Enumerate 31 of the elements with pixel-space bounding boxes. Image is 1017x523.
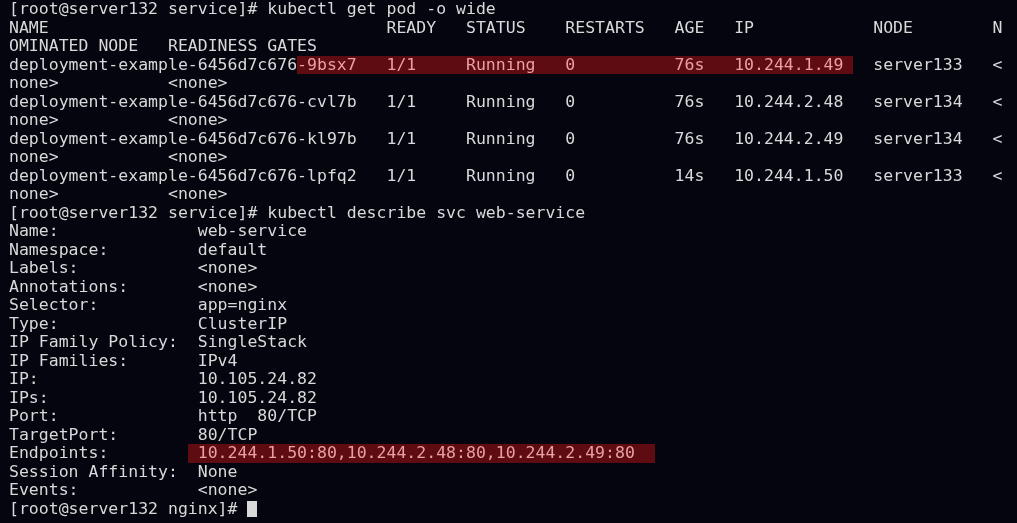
terminal-text: Name: web-service [9,222,307,241]
terminal-text: OMINATED NODE READINESS GATES [9,37,317,56]
terminal-text: IP: 10.105.24.82 [9,370,317,389]
terminal-text: Events: <none> [9,481,258,500]
terminal-text: IP Family Policy: SingleStack [9,333,307,352]
terminal-text: deployment-example-6456d7c676-cvl7b 1/1 Running 0 76s 10.244.2.48 server134 < [9,92,1003,111]
terminal-text: none> <none> [9,148,228,167]
terminal-text: Selector: app=nginx [9,296,288,315]
terminal-text: Endpoints: [9,444,110,463]
terminal-text: Labels: <none> [9,259,258,278]
terminal-text: none> <none> [9,185,228,204]
terminal-text: [root@server132 service]# kubectl describe svc web-service [9,203,586,222]
terminal-text: none> <none> [9,111,228,130]
terminal-text: deployment-example-6456d7c676-kl97b 1/1 Running 0 76s 10.244.2.49 server134 < [9,129,1003,148]
terminal-text: Session Affinity: None [9,462,238,481]
terminal-text: Namespace: default [9,240,268,259]
highlighted-text: -9bsx7 1/1 Running 0 76s 10.244.1.49 [297,55,854,74]
highlighted-text: 10.244.1.50:80,10.244.2.48:80,10.244.2.49:80 [187,444,655,463]
terminal-text: [root@server132 nginx]# [9,499,239,518]
terminal-text: Port: http 80/TCP [9,407,317,426]
terminal-text: none> <none> [9,74,228,93]
terminal-text: NAME READY STATUS RESTARTS AGE IP NODE N [9,18,1003,37]
terminal-text: deployment-example-6456d7c676-lpfq2 1/1 Running 0 14s 10.244.1.50 server133 < [9,166,1003,185]
terminal-text: [root@server132 service]# kubectl get pod -o wide [9,0,496,19]
terminal-text: IPs: 10.105.24.82 [9,388,317,407]
terminal-text: TargetPort: 80/TCP [9,425,258,444]
terminal-text: Type: ClusterIP [9,314,288,333]
terminal-text: Annotations: <none> [9,277,258,296]
terminal-text: server133 < [872,55,1003,74]
terminal-text: IP Families: IPv4 [9,351,238,370]
terminal-text: deployment-example-6456d7c676 [9,55,298,74]
